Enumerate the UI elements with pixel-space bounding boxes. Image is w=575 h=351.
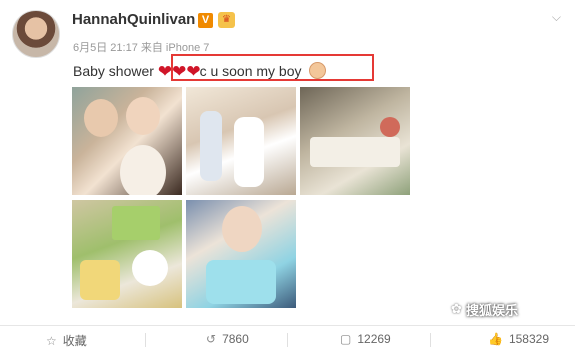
favorite-label: 收藏 [62,334,87,348]
verified-icon: V [198,13,213,28]
post-photo-4[interactable] [72,200,182,308]
comment-icon: ▢ [340,332,352,346]
divider [287,333,288,347]
action-bar: ☆ 收藏 ↺ 7860 ▢ 12269 👍 158329 [0,325,575,351]
post-photo-3[interactable] [300,87,410,195]
watermark: 搜狐娱乐 [466,303,519,318]
repost-count: 7860 [222,332,249,346]
like-count: 158329 [508,332,549,346]
post-text-prefix: Baby shower [73,63,154,79]
post-photo-1[interactable] [72,87,182,195]
star-icon: ☆ [46,334,57,348]
post-photo-5[interactable] [186,200,296,308]
like-button[interactable]: 👍 158329 [488,332,549,346]
comment-button[interactable]: ▢ 12269 [340,332,391,346]
thumb-up-icon: 👍 [488,332,503,346]
divider [430,333,431,347]
favorite-button[interactable]: ☆ 收藏 [46,332,87,349]
chevron-down-icon[interactable]: ⌵ [552,10,561,25]
avatar[interactable] [12,10,60,58]
post-photo-2[interactable] [186,87,296,195]
post-meta: 6月5日 21:17 来自 iPhone 7 [73,42,210,54]
sohu-fox-icon: ✿ [451,301,462,316]
comment-count: 12269 [357,332,391,346]
repost-icon: ↺ [206,332,217,346]
repost-button[interactable]: ↺ 7860 [206,332,249,346]
highlight-box [171,54,374,81]
divider [145,333,146,347]
username[interactable]: HannahQuinlivan [72,11,195,28]
vip-icon[interactable]: ♛ [218,12,235,28]
